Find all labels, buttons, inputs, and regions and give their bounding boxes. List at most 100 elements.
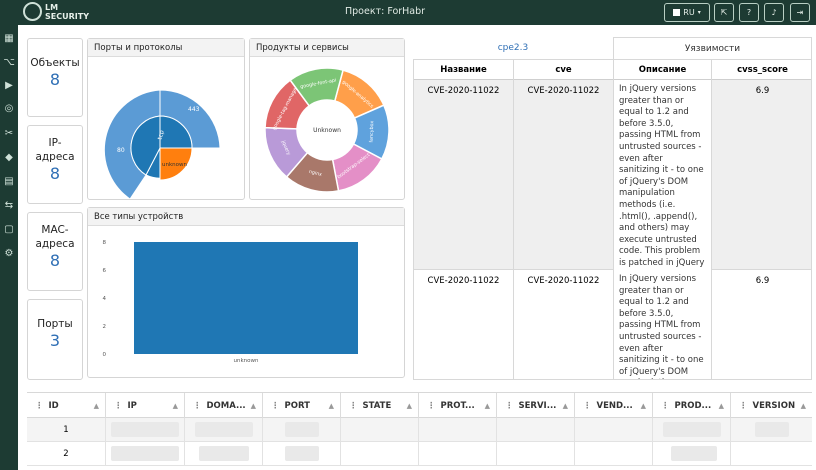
cell-ip: [106, 418, 185, 442]
help-button[interactable]: ?: [739, 3, 759, 22]
export-button[interactable]: ⇱: [714, 3, 734, 22]
cell-protocol: [419, 442, 497, 466]
sort-icon[interactable]: ▲: [329, 393, 334, 419]
settings-icon[interactable]: ⚙: [3, 248, 15, 260]
bar[interactable]: [134, 242, 358, 354]
sort-icon[interactable]: ▲: [407, 393, 412, 419]
sort-icon[interactable]: ▲: [251, 393, 256, 419]
redacted-value: [285, 446, 319, 461]
column-menu-icon[interactable]: ⋮: [193, 401, 202, 411]
flag-icon: [673, 9, 681, 16]
sort-icon[interactable]: ▲: [94, 393, 99, 419]
ports-panel: Порты и протоколы 443 80 tcp unknown: [87, 38, 245, 200]
cell-score: 6.9: [755, 276, 770, 286]
sort-icon[interactable]: ▲: [485, 393, 490, 419]
col-service[interactable]: ⋮ SERVI... ▲: [497, 393, 575, 419]
sort-icon[interactable]: ▲: [173, 393, 178, 419]
cell-protocol: [419, 418, 497, 442]
sort-icon[interactable]: ▲: [563, 393, 568, 419]
network-icon[interactable]: ⌥: [3, 57, 15, 69]
table-icon[interactable]: ▤: [3, 176, 15, 188]
panel-title: Все типы устройств: [88, 208, 404, 226]
language-select[interactable]: RU ▾: [664, 3, 710, 22]
col-protocol[interactable]: ⋮ PROT... ▲: [419, 393, 497, 419]
stat-value: 3: [49, 331, 61, 350]
tab-vulnerabilities[interactable]: Уязвимости: [613, 37, 812, 59]
column-menu-icon[interactable]: ⋮: [661, 401, 670, 411]
x-tick-label: unknown: [234, 358, 260, 364]
tools-icon[interactable]: ✂: [3, 128, 15, 140]
sort-icon[interactable]: ▲: [719, 393, 724, 419]
stat-value: 8: [49, 251, 61, 270]
devices-panel: Все типы устройств 0 2 4 6 8 unknown: [87, 207, 405, 378]
table-row[interactable]: 2: [27, 442, 812, 466]
play-icon[interactable]: ▶: [3, 80, 15, 92]
column-menu-icon[interactable]: ⋮: [114, 401, 123, 411]
col-label: ID: [48, 401, 59, 411]
col-port[interactable]: ⋮ PORT ▲: [263, 393, 341, 419]
tab-cpe[interactable]: cpe2.3: [413, 37, 613, 59]
logout-button[interactable]: ⇥: [790, 3, 810, 22]
devices-bar-chart: 0 2 4 6 8 unknown: [103, 240, 358, 364]
col-name[interactable]: Название: [414, 60, 514, 80]
dashboard-icon[interactable]: ▦: [3, 33, 15, 45]
cell-version: [731, 442, 812, 466]
col-version[interactable]: ⋮ VERSION ▲: [731, 393, 812, 419]
y-tick-label: 0: [103, 352, 107, 358]
redacted-value: [111, 422, 179, 437]
col-cve[interactable]: cve: [514, 60, 614, 80]
objects-table: ⋮ ID ▲ ⋮ IP ▲ ⋮ DOMA... ▲ ⋮ PORT ▲ ⋮ STATE ▲ ⋮ PROT…: [27, 392, 812, 470]
stat-mac: MAC-адреса 8: [27, 212, 83, 291]
stat-objects: Объекты 8: [27, 38, 83, 117]
col-label: DOMA...: [206, 401, 246, 411]
col-vendor[interactable]: ⋮ VEND... ▲: [575, 393, 653, 419]
col-product[interactable]: ⋮ PROD... ▲: [653, 393, 731, 419]
products-donut: google-analyticsfancyboxbootstrap-select…: [264, 67, 390, 193]
column-menu-icon[interactable]: ⋮: [271, 401, 280, 411]
col-ip[interactable]: ⋮ IP ▲: [106, 393, 185, 419]
sort-icon[interactable]: ▲: [641, 393, 646, 419]
logo-line-2: SECURITY: [45, 12, 89, 21]
help-icon: ?: [746, 8, 752, 17]
sort-icon[interactable]: ▲: [801, 393, 806, 419]
table-row[interactable]: CVE-2020-11022 CVE-2020-11022 In jQuery …: [414, 80, 811, 280]
shield-icon[interactable]: ◆: [3, 152, 15, 164]
col-label: PORT: [284, 401, 310, 411]
cell-service: [497, 418, 575, 442]
stat-label: Объекты: [30, 57, 80, 69]
target-icon[interactable]: ◎: [3, 103, 15, 115]
cell-cve: CVE-2020-11022: [514, 270, 614, 379]
cell-vendor: [575, 418, 653, 442]
table-row[interactable]: CVE-2020-11022 CVE-2020-11022 In jQuery …: [414, 270, 811, 379]
col-label: STATE: [362, 401, 392, 411]
cell-vendor: [575, 442, 653, 466]
transfer-icon[interactable]: ⇆: [3, 200, 15, 212]
col-description[interactable]: Описание: [614, 60, 712, 80]
cell-ip: [106, 442, 185, 466]
column-menu-icon[interactable]: ⋮: [35, 401, 44, 411]
language-label: RU: [683, 8, 695, 17]
col-state[interactable]: ⋮ STATE ▲: [341, 393, 419, 419]
col-cvss[interactable]: cvss_score: [712, 60, 811, 80]
column-menu-icon[interactable]: ⋮: [583, 401, 592, 411]
cell-name: CVE-2020-11022: [414, 80, 514, 270]
col-id[interactable]: ⋮ ID ▲: [27, 393, 106, 419]
cell-name: CVE-2020-11022: [414, 270, 514, 379]
col-domain[interactable]: ⋮ DOMA... ▲: [185, 393, 263, 419]
redacted-value: [285, 422, 319, 437]
redacted-value: [671, 446, 717, 461]
notifications-button[interactable]: ♪: [764, 3, 784, 22]
y-tick-label: 8: [103, 240, 107, 246]
redacted-value: [195, 422, 253, 437]
cell-id: 2: [27, 442, 106, 466]
column-menu-icon[interactable]: ⋮: [349, 401, 358, 411]
col-label: VERSION: [752, 401, 796, 411]
table-row[interactable]: 1: [27, 418, 812, 442]
report-icon[interactable]: ▢: [3, 224, 15, 236]
ports-sunburst: 443 80 tcp unknown: [103, 89, 221, 200]
column-menu-icon[interactable]: ⋮: [427, 401, 436, 411]
stat-label: IP-адреса: [35, 137, 75, 163]
y-tick-label: 6: [103, 268, 107, 274]
column-menu-icon[interactable]: ⋮: [505, 401, 514, 411]
column-menu-icon[interactable]: ⋮: [739, 401, 748, 411]
